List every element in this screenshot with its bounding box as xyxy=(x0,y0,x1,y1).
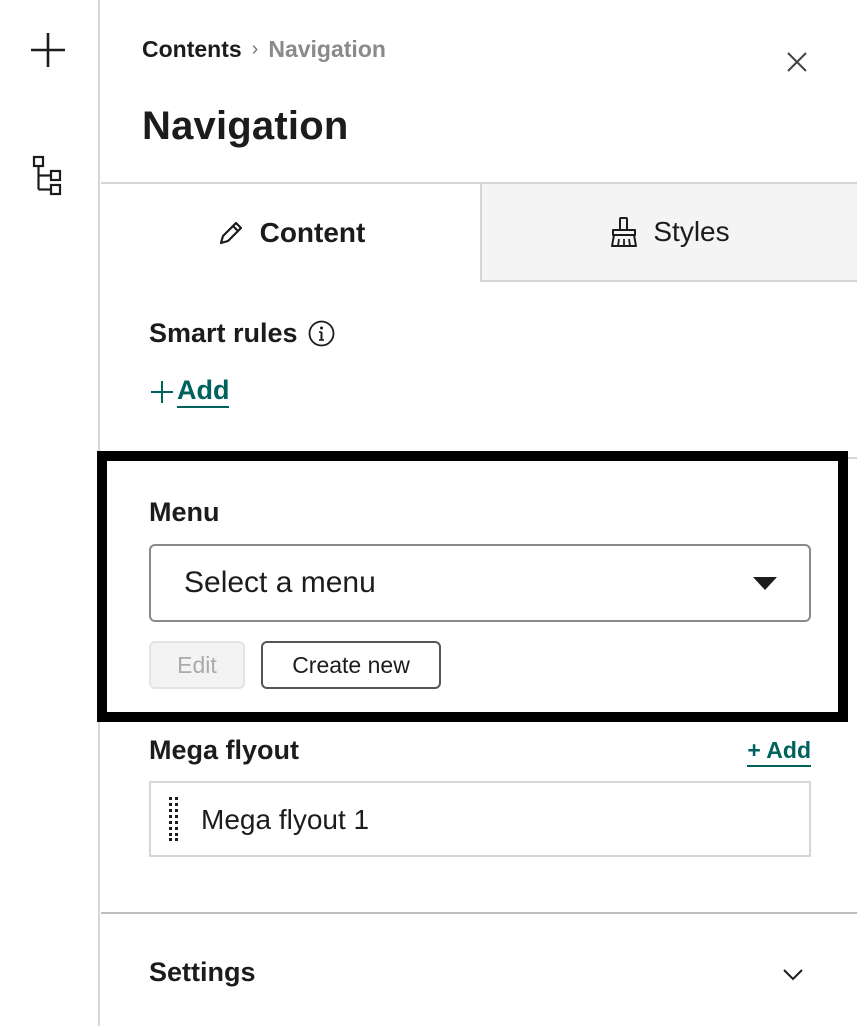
mega-flyout-item-label: Mega flyout 1 xyxy=(201,804,370,835)
tab-content-label: Content xyxy=(259,217,366,248)
paintbrush-icon xyxy=(611,217,638,247)
edit-menu-button[interactable]: Edit xyxy=(149,641,245,689)
chevron-down-icon xyxy=(783,969,803,981)
close-icon xyxy=(787,52,807,72)
add-module-button[interactable] xyxy=(22,24,74,76)
tab-bar: Content Styles xyxy=(101,182,857,282)
menu-select-dropdown[interactable]: Select a menu xyxy=(149,544,811,622)
plus-icon xyxy=(31,33,65,67)
tree-structure-icon xyxy=(32,155,62,196)
tab-styles[interactable]: Styles xyxy=(480,184,857,282)
plus-icon xyxy=(151,380,173,403)
breadcrumb-contents-link[interactable]: Contents xyxy=(142,36,242,63)
info-icon[interactable] xyxy=(308,320,335,347)
create-new-menu-button[interactable]: Create new xyxy=(261,641,441,689)
breadcrumb-current: Navigation xyxy=(268,36,386,62)
page-title: Navigation xyxy=(142,104,349,148)
left-rail xyxy=(0,0,100,1026)
breadcrumb: Contents › Navigation xyxy=(142,36,386,63)
smart-rules-heading: Smart rules xyxy=(149,318,335,349)
breadcrumb-separator: › xyxy=(251,38,259,60)
smart-rules-add-label: Add xyxy=(177,375,230,409)
settings-label: Settings xyxy=(149,957,256,987)
caret-down-icon xyxy=(753,577,777,590)
module-editor-panel: Contents › Navigation Navigation Content xyxy=(97,0,857,1026)
tab-content[interactable]: Content xyxy=(101,184,480,282)
smart-rules-add-button[interactable]: Add xyxy=(149,375,230,409)
pencil-icon xyxy=(219,221,242,245)
close-button[interactable] xyxy=(781,46,813,78)
mega-flyout-add-button[interactable]: + Add xyxy=(747,737,811,767)
smart-rules-label: Smart rules xyxy=(149,318,298,348)
mega-flyout-label: Mega flyout xyxy=(149,735,300,765)
drag-handle-icon[interactable] xyxy=(169,797,179,841)
contents-tree-button[interactable] xyxy=(22,150,74,202)
menu-select-value: Select a menu xyxy=(184,566,376,599)
settings-accordion[interactable]: Settings xyxy=(101,914,857,1026)
tab-styles-label: Styles xyxy=(653,216,730,247)
mega-flyout-item[interactable]: Mega flyout 1 xyxy=(149,781,811,857)
menu-label: Menu xyxy=(149,497,220,527)
